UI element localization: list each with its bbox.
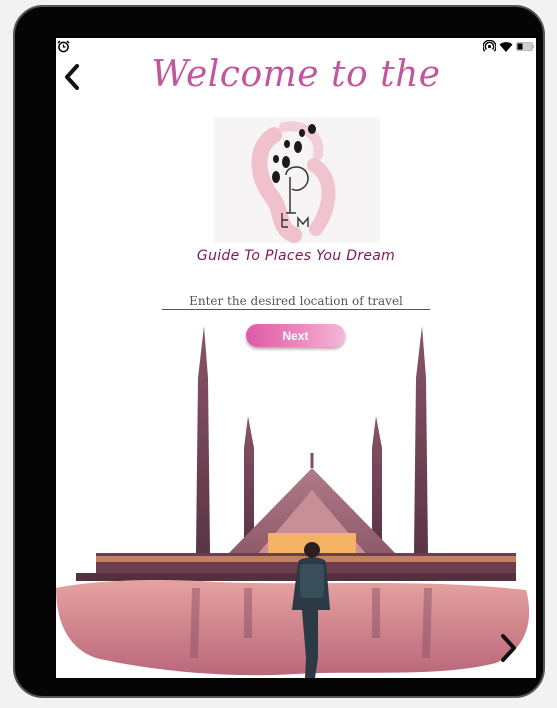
chevron-right-icon [501,634,516,662]
forward-button[interactable] [496,632,520,664]
destination-input[interactable] [162,293,430,310]
next-button[interactable]: Next [246,324,345,347]
footsteps-logo-icon [251,121,336,243]
app-logo [214,117,380,243]
tablet-frame: Welcome to the Guide To Places You Dream [13,5,545,698]
welcome-heading: Welcome to the [151,54,441,95]
system-icons [483,40,534,53]
alarm-clock-icon [57,40,70,53]
wifi-icon [499,41,513,52]
app-tagline: Guide To Places You Dream [196,248,396,264]
battery-icon [516,42,534,51]
app-screen: Welcome to the Guide To Places You Dream [56,38,536,678]
mosque-traveler-illustration [56,326,530,678]
hotspot-icon [483,40,496,52]
